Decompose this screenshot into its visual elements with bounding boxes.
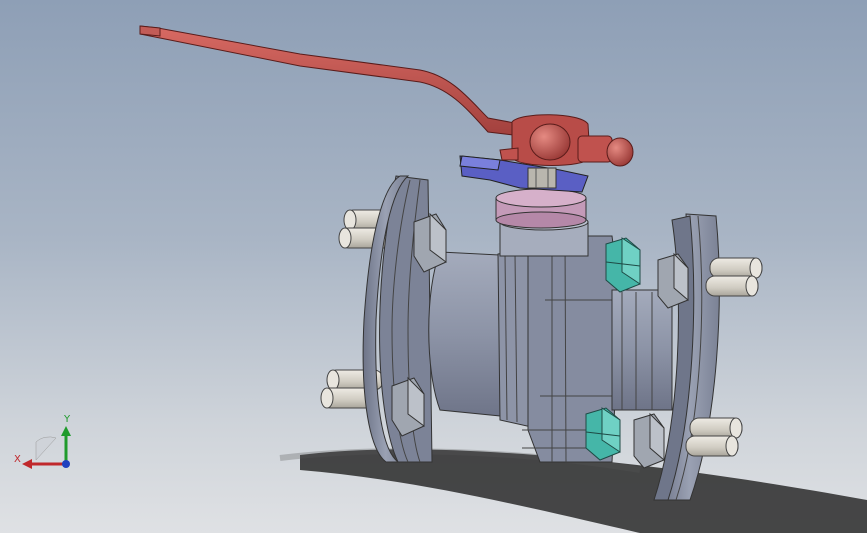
right-flange-bolt-bottom[interactable] xyxy=(685,417,743,457)
z-axis-dot xyxy=(62,460,70,468)
right-flange-nut-bottom[interactable] xyxy=(633,412,665,469)
left-flange-nut-bottom[interactable] xyxy=(391,376,425,437)
packing-ring[interactable] xyxy=(495,188,587,229)
body-bolt-nut-top[interactable] xyxy=(605,237,641,293)
view-orientation-triad[interactable]: Y X xyxy=(10,408,80,478)
y-axis-label: Y xyxy=(63,414,71,425)
graphics-viewport[interactable]: Y X xyxy=(0,0,867,533)
x-axis-label: X xyxy=(14,454,21,465)
x-axis-arrowhead xyxy=(22,459,32,469)
left-flange-nut-top[interactable] xyxy=(413,212,447,273)
y-axis-arrowhead xyxy=(61,426,71,436)
valve-model[interactable] xyxy=(0,0,867,533)
body-bolt-nut-bottom[interactable] xyxy=(585,407,621,461)
gland-nut[interactable] xyxy=(527,167,557,189)
lever-handle[interactable] xyxy=(139,25,634,167)
right-flange-nut-top[interactable] xyxy=(657,252,689,309)
right-flange-bolt-top[interactable] xyxy=(705,257,763,297)
